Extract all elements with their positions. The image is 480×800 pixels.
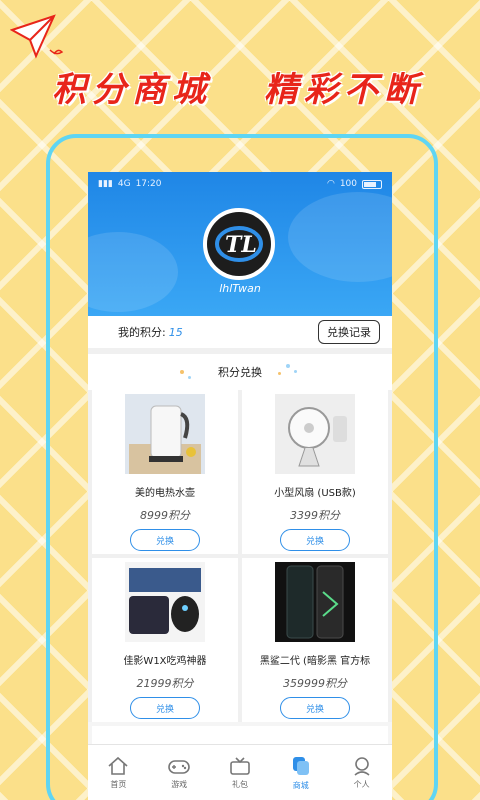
- tab-gifts[interactable]: 礼包: [210, 745, 271, 800]
- product-price: 21999积分: [136, 677, 194, 690]
- tab-label: 礼包: [231, 779, 248, 789]
- exchange-record-button[interactable]: 兑换记录: [318, 320, 380, 344]
- gamepad-keyboard-icon: [125, 562, 205, 642]
- wifi-icon: ◠: [326, 179, 335, 189]
- points-value: 15: [168, 326, 183, 339]
- avatar[interactable]: TL: [203, 208, 275, 280]
- points-label: 我的积分:: [118, 326, 166, 339]
- exchange-button[interactable]: 兑换: [280, 697, 350, 719]
- tab-label: 个人: [353, 779, 370, 789]
- exchange-button[interactable]: 兑换: [280, 529, 350, 551]
- section-title-text: 积分兑换: [218, 366, 262, 379]
- points-bar: 我的积分: 15 兑换记录: [88, 316, 392, 354]
- bottom-tabbar: 首页 游戏 礼包 商城 个人: [88, 744, 392, 800]
- tab-label: 游戏: [171, 779, 188, 789]
- kettle-icon: [125, 394, 205, 474]
- paper-plane-icon: [9, 12, 68, 64]
- phone-screen: ▮▮▮ 4G 17:20 ◠ 100 TL lhlTwan 我的积分:15 兑: [88, 172, 392, 800]
- points-label-group: 我的积分: 15: [118, 324, 183, 340]
- promo-slogan-left: 积分商城: [52, 70, 212, 110]
- tl-logo-icon: TL: [215, 226, 263, 262]
- logo-text: TL: [225, 232, 257, 258]
- product-card[interactable]: 黑鲨二代 (暗影黑 官方标 359999积分 兑换: [242, 558, 388, 722]
- shop-icon: [292, 756, 309, 775]
- fan-icon: [275, 394, 355, 474]
- promo-slogan-right: 精彩不断: [264, 70, 424, 110]
- exchange-button[interactable]: 兑换: [130, 697, 200, 719]
- profile-header: ▮▮▮ 4G 17:20 ◠ 100 TL lhlTwan: [88, 172, 392, 316]
- next-product-row: [92, 726, 388, 746]
- status-time: 17:20: [135, 179, 162, 189]
- person-icon: [354, 756, 370, 776]
- battery-level: 100: [339, 179, 357, 189]
- carrier-label: 4G: [117, 179, 131, 189]
- section-title: 积分兑换: [88, 354, 392, 390]
- exchange-button[interactable]: 兑换: [130, 529, 200, 551]
- gamepad-icon: [168, 759, 190, 774]
- tab-shop[interactable]: 商城: [270, 745, 331, 800]
- product-name: 美的电热水壶: [135, 488, 195, 499]
- product-price: 3399积分: [290, 509, 340, 522]
- product-card[interactable]: 美的电热水壶 8999积分 兑换: [92, 390, 238, 554]
- product-card[interactable]: 小型风扇 (USB款) 3399积分 兑换: [242, 390, 388, 554]
- home-icon: [108, 756, 128, 775]
- product-card[interactable]: 佳影W1X吃鸡神器 21999积分 兑换: [92, 558, 238, 722]
- product-name: 佳影W1X吃鸡神器: [123, 656, 207, 667]
- tab-label: 商城: [292, 780, 309, 790]
- battery-icon: [362, 179, 382, 189]
- phone-icon: [275, 562, 355, 642]
- tab-profile[interactable]: 个人: [331, 745, 392, 800]
- signal-icon: ▮▮▮: [98, 179, 113, 189]
- product-name: 小型风扇 (USB款): [274, 488, 356, 499]
- product-name: 黑鲨二代 (暗影黑 官方标: [259, 656, 371, 667]
- gift-tv-icon: [230, 756, 250, 775]
- status-bar: ▮▮▮ 4G 17:20 ◠ 100: [88, 172, 392, 196]
- product-grid: 美的电热水壶 8999积分 兑换 小型风扇 (USB款) 3399积分 兑换 佳…: [88, 390, 392, 722]
- tab-home[interactable]: 首页: [88, 745, 149, 800]
- tab-label: 首页: [110, 779, 127, 789]
- product-price: 359999积分: [283, 677, 347, 690]
- username: lhlTwan: [219, 282, 261, 295]
- tab-games[interactable]: 游戏: [149, 745, 210, 800]
- product-price: 8999积分: [140, 509, 190, 522]
